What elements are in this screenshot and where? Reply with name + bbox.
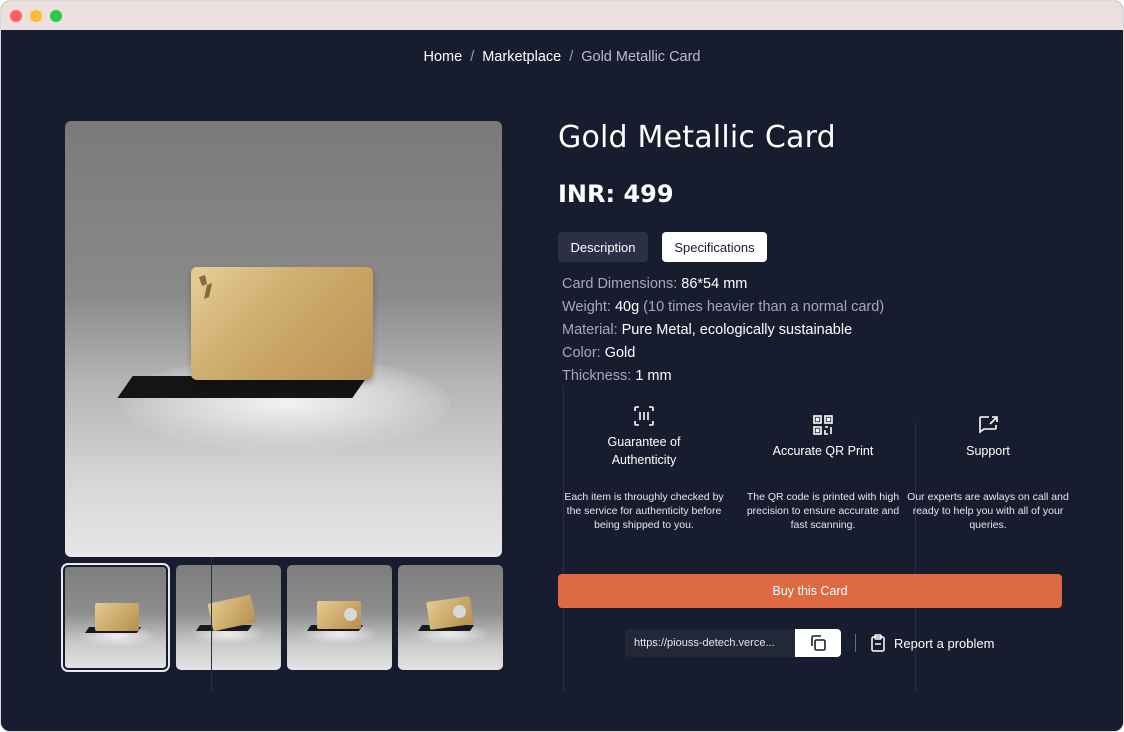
action-divider bbox=[855, 634, 856, 652]
tab-specifications[interactable]: Specifications bbox=[662, 232, 767, 262]
tab-description[interactable]: Description bbox=[558, 232, 648, 262]
price-label: INR: bbox=[558, 180, 616, 208]
spec-row: Material: Pure Metal, ecologically susta… bbox=[562, 319, 884, 342]
spec-row: Weight: 40g (10 times heavier than a nor… bbox=[562, 296, 884, 319]
browser-window: Home / Marketplace / Gold Metallic Card bbox=[0, 0, 1124, 732]
thumbnail-1[interactable] bbox=[61, 563, 170, 672]
close-window-button[interactable] bbox=[10, 10, 22, 22]
spec-key: Weight: bbox=[562, 299, 611, 315]
thumbnail-3[interactable] bbox=[287, 565, 392, 670]
share-url-field[interactable]: https://piouss-detech.verce... bbox=[625, 629, 795, 657]
maximize-window-button[interactable] bbox=[50, 10, 62, 22]
qr-code-icon bbox=[813, 415, 833, 435]
spec-key: Thickness: bbox=[562, 368, 632, 384]
breadcrumb-current: Gold Metallic Card bbox=[581, 49, 701, 65]
spec-key: Card Dimensions: bbox=[562, 276, 678, 292]
feature-name: Guarantee of Authenticity bbox=[607, 435, 681, 467]
spec-row: Thickness: 1 mm bbox=[562, 365, 884, 388]
spec-value: Gold bbox=[604, 345, 636, 361]
spec-value: 40g bbox=[614, 299, 640, 315]
clipboard-icon bbox=[871, 634, 885, 652]
gold-card-image bbox=[191, 267, 373, 380]
feature-description: The QR code is printed with high precisi… bbox=[746, 491, 900, 531]
thumbnail-4[interactable] bbox=[398, 565, 503, 670]
thumbnail-qr-dot bbox=[344, 608, 357, 621]
thumbnail-card bbox=[95, 603, 139, 631]
report-problem-link[interactable]: Report a problem bbox=[870, 634, 994, 652]
buy-card-button[interactable]: Buy this Card bbox=[558, 574, 1062, 608]
spec-value: Pure Metal, ecologically sustainable bbox=[621, 322, 853, 338]
breadcrumb-marketplace-link[interactable]: Marketplace bbox=[482, 49, 561, 65]
feature-qr-print: Accurate QR Print The QR code is printed… bbox=[738, 414, 908, 531]
breadcrumb-home-link[interactable]: Home bbox=[424, 49, 463, 65]
window-titlebar bbox=[1, 1, 1123, 30]
spec-key: Color: bbox=[562, 345, 601, 361]
feature-support: Support Our experts are awlays on call a… bbox=[903, 414, 1073, 531]
feature-name: Accurate QR Print bbox=[772, 444, 874, 458]
specifications-list: Card Dimensions: 86*54 mm Weight: 40g (1… bbox=[562, 273, 884, 388]
feature-description: Each item is throughly checked by the se… bbox=[564, 491, 724, 531]
spec-value: 1 mm bbox=[635, 368, 672, 384]
thumbnail-qr-dot bbox=[453, 605, 466, 618]
spec-row: Card Dimensions: 86*54 mm bbox=[562, 273, 884, 296]
report-problem-label: Report a problem bbox=[894, 635, 995, 651]
spec-value: 86*54 mm bbox=[681, 276, 748, 292]
minimize-window-button[interactable] bbox=[30, 10, 42, 22]
feature-description: Our experts are awlays on call and ready… bbox=[907, 491, 1069, 531]
feature-name: Support bbox=[966, 444, 1010, 458]
spec-key: Material: bbox=[562, 322, 618, 338]
spec-note: (10 times heavier than a normal card) bbox=[643, 299, 885, 315]
divider-line bbox=[211, 557, 212, 692]
feature-authenticity: Guarantee of Authenticity Each item is t… bbox=[559, 405, 729, 531]
breadcrumb-separator: / bbox=[470, 49, 475, 65]
spec-row: Color: Gold bbox=[562, 342, 884, 365]
scan-icon bbox=[634, 406, 654, 426]
breadcrumb-separator: / bbox=[569, 49, 574, 65]
page-content: Home / Marketplace / Gold Metallic Card bbox=[1, 30, 1123, 731]
message-forward-icon bbox=[979, 416, 998, 434]
price-value: 499 bbox=[623, 180, 674, 208]
copy-icon bbox=[811, 635, 826, 651]
product-price: INR: 499 bbox=[558, 180, 674, 208]
copy-link-button[interactable] bbox=[795, 629, 841, 657]
share-link-group: https://piouss-detech.verce... bbox=[625, 629, 841, 657]
product-main-image bbox=[65, 121, 502, 557]
product-title: Gold Metallic Card bbox=[558, 120, 836, 155]
card-logo-icon bbox=[199, 275, 212, 299]
breadcrumb: Home / Marketplace / Gold Metallic Card bbox=[1, 49, 1123, 65]
thumbnail-2[interactable] bbox=[176, 565, 281, 670]
